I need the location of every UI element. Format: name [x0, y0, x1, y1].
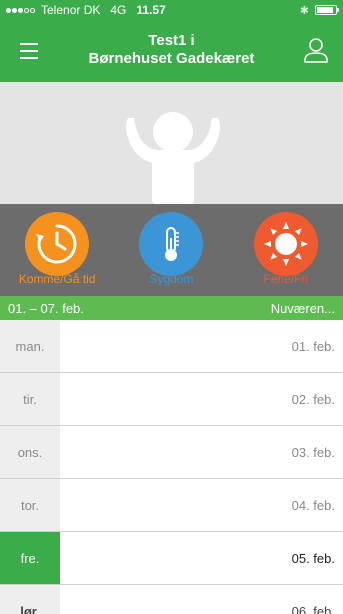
- day-name: tir.: [0, 373, 60, 425]
- day-date: 02. feb.: [60, 373, 343, 425]
- title-line-institution: Børnehuset Gadekæret: [88, 50, 255, 67]
- hamburger-menu-icon[interactable]: [14, 36, 44, 66]
- day-date: 03. feb.: [60, 426, 343, 478]
- sygdom-label: Sygdom: [149, 272, 194, 286]
- bluetooth-icon: ✱: [299, 4, 309, 17]
- day-date: 04. feb.: [60, 479, 343, 531]
- day-date: 06. feb.: [60, 585, 343, 614]
- page-title: Test1 i Børnehuset Gadekæret: [60, 32, 283, 68]
- day-name: ons.: [0, 426, 60, 478]
- child-silhouette-icon: [126, 112, 220, 204]
- clock-arrow-icon: [25, 212, 90, 276]
- status-left: Telenor DK 4G 11.57: [6, 3, 166, 17]
- status-right: ✱: [299, 4, 339, 17]
- app-header: Test1 i Børnehuset Gadekæret: [0, 20, 343, 82]
- day-date: 05. feb.: [60, 532, 343, 584]
- ferie-fri-button[interactable]: Ferie/Fri: [229, 204, 343, 296]
- title-line-child: Test1 i: [148, 32, 195, 49]
- status-bar: Telenor DK 4G 11.57 ✱: [0, 0, 343, 20]
- komme-gaa-tid-button[interactable]: Komme/Gå tid: [0, 204, 114, 296]
- child-avatar-area: [0, 82, 343, 204]
- week-range: 01. – 07. feb.: [8, 300, 84, 316]
- action-bar: Komme/Gå tid Sygdom Ferie/Fri: [0, 204, 343, 296]
- sun-icon: [253, 212, 318, 276]
- day-date: 01. feb.: [60, 320, 343, 372]
- day-row-monday[interactable]: man. 01. feb.: [0, 320, 343, 373]
- battery-icon: [315, 5, 339, 15]
- week-navigation-bar: 01. – 07. feb. Nuværen...: [0, 296, 343, 320]
- signal-strength-icon: [6, 7, 35, 13]
- komme-gaa-tid-label: Komme/Gå tid: [18, 272, 96, 286]
- day-row-saturday[interactable]: lør. 06. feb.: [0, 585, 343, 614]
- ferie-fri-label: Ferie/Fri: [263, 272, 309, 286]
- thermometer-icon: [139, 212, 204, 276]
- current-week-button[interactable]: Nuværen...: [271, 301, 335, 316]
- user-profile-icon[interactable]: [301, 35, 331, 65]
- day-name: lør.: [0, 585, 60, 614]
- carrier-name: Telenor DK: [41, 3, 101, 17]
- status-time: 11.57: [136, 3, 166, 17]
- day-row-tuesday[interactable]: tir. 02. feb.: [0, 373, 343, 426]
- day-name: man.: [0, 320, 60, 372]
- day-list: man. 01. feb. tir. 02. feb. ons. 03. feb…: [0, 320, 343, 614]
- day-row-friday[interactable]: fre. 05. feb.: [0, 532, 343, 585]
- sygdom-button[interactable]: Sygdom: [114, 204, 228, 296]
- network-type: 4G: [110, 3, 127, 17]
- day-name: fre.: [0, 532, 60, 584]
- day-name: tor.: [0, 479, 60, 531]
- day-row-wednesday[interactable]: ons. 03. feb.: [0, 426, 343, 479]
- day-row-thursday[interactable]: tor. 04. feb.: [0, 479, 343, 532]
